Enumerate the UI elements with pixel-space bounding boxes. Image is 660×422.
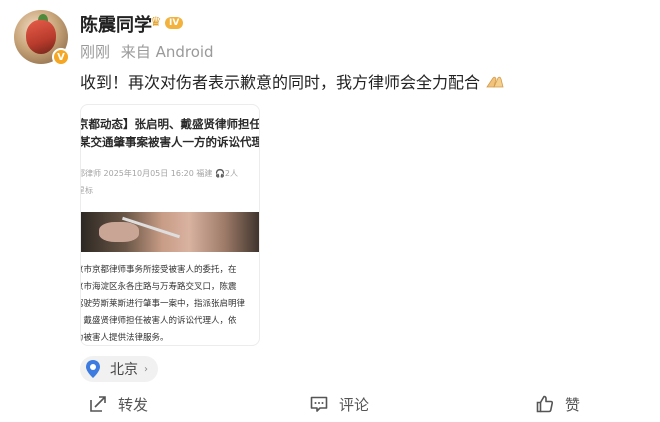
chevron-right-icon: › — [144, 363, 148, 375]
article-body-line: 京市海淀区永各庄路与万寿路交叉口，陈震 — [80, 282, 237, 292]
action-bar: 转发 评论 赞 — [0, 390, 660, 418]
comment-button[interactable]: 评论 — [309, 390, 369, 418]
share-label: 转发 — [118, 395, 149, 414]
comment-icon — [310, 396, 328, 412]
location-pin-icon — [82, 358, 104, 380]
like-button[interactable]: 赞 — [535, 390, 580, 418]
share-icon — [90, 396, 106, 412]
post-source: 来自 Android — [120, 43, 214, 61]
article-title-line: 京都动态】张启明、戴盛贤律师担任 — [80, 117, 260, 131]
article-title: 京都动态】张启明、戴盛贤律师担任 某交通肇事案被害人一方的诉讼代理 — [80, 115, 260, 151]
article-title-line: 某交通肇事案被害人一方的诉讼代理 — [80, 135, 260, 149]
avatar-heart-graphic — [26, 20, 56, 54]
article-photo — [81, 212, 259, 252]
comment-label: 评论 — [339, 395, 370, 414]
article-body-line: 、戴盛贤律师担任被害人的诉讼代理人，依 — [80, 316, 237, 326]
article-tag: 星标 — [81, 186, 93, 195]
article-card[interactable]: 京都动态】张启明、戴盛贤律师担任 某交通肇事案被害人一方的诉讼代理 都律师 20… — [80, 104, 260, 346]
like-label: 赞 — [565, 395, 581, 414]
photo-hand — [99, 222, 139, 242]
user-level-badge[interactable]: ♛ IV — [150, 14, 184, 32]
location-label: 北京 — [110, 362, 138, 378]
crown-icon: ♛ — [150, 15, 162, 30]
article-body: 京市京都律师事务所接受被害人的委托，在 京市海淀区永各庄路与万寿路交叉口，陈震 … — [80, 262, 259, 345]
location-chip[interactable]: 北京 › — [80, 356, 158, 382]
post-meta: 刚刚 来自 Android — [80, 41, 220, 62]
verified-badge-icon: V — [52, 48, 70, 66]
article-body-line: 京市京都律师事务所接受被害人的委托，在 — [80, 265, 237, 275]
username[interactable]: 陈震同学 — [80, 11, 152, 37]
post-time: 刚刚 — [80, 43, 111, 61]
article-byline: 都律师 2025年10月05日 16:20 福建 🎧2人 — [80, 169, 238, 178]
post-text-content: 收到！再次对伤者表示歉意的同时，我方律师会全力配合 — [80, 73, 481, 92]
level-text: IV — [165, 17, 184, 29]
post-text: 收到！再次对伤者表示歉意的同时，我方律师会全力配合 — [80, 69, 505, 93]
share-button[interactable]: 转发 — [88, 390, 148, 418]
folded-hands-emoji-icon — [485, 74, 505, 88]
thumbs-up-icon — [536, 395, 554, 413]
article-body-line: 驾驶劳斯莱斯进行肇事一案中，指派张启明律 — [80, 299, 246, 309]
article-body-line: 为被害人提供法律服务。 — [80, 333, 169, 343]
